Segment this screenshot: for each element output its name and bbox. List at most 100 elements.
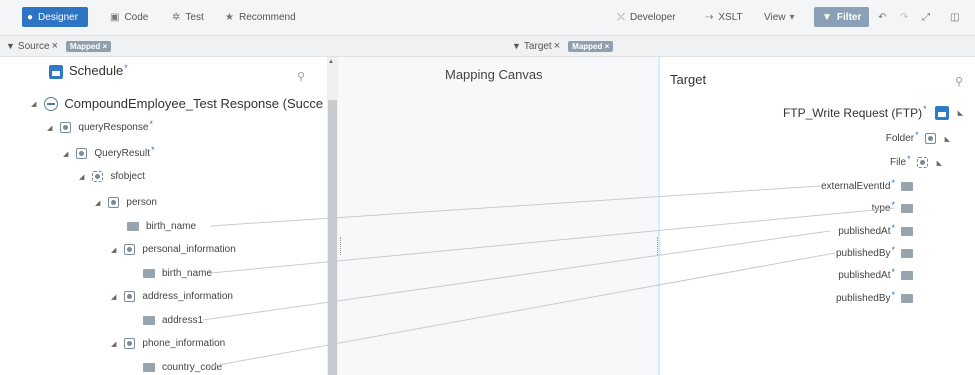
mapping-canvas[interactable] (338, 57, 660, 375)
view-label: View (764, 11, 786, 23)
target-node-label: File (889, 157, 907, 168)
target-node-folder[interactable]: Folder * ◣ (886, 130, 950, 144)
tree-node-queryresponse[interactable]: ◢ queryResponse * (47, 119, 153, 133)
mapped-chip-label: Mapped (70, 41, 101, 51)
tree-node-address-information[interactable]: ◢ address_information (111, 291, 233, 302)
target-node-publishedat[interactable]: publishedAt * (838, 223, 913, 237)
close-icon[interactable]: × (103, 42, 108, 51)
panel-icon: ◫ (950, 11, 960, 23)
xslt-button[interactable]: ⇢ XSLT (705, 8, 743, 26)
object-icon (124, 291, 136, 302)
close-icon[interactable]: × (605, 42, 610, 51)
developer-label: Developer (630, 11, 676, 23)
collapse-icon[interactable]: ◢ (31, 100, 36, 108)
tree-node-person[interactable]: ◢ person (95, 197, 157, 208)
target-node-externaleventid[interactable]: externalEventId * (821, 178, 913, 192)
collapse-icon[interactable]: ◢ (63, 150, 68, 158)
object-icon (124, 244, 136, 255)
test-tab[interactable]: ✲ Test (172, 8, 204, 26)
target-node-label: FTP_Write Request (FTP) (782, 106, 923, 120)
tree-node-personal-information[interactable]: ◢ personal_information (111, 244, 236, 255)
object-array-icon (92, 171, 104, 182)
object-array-icon (916, 157, 928, 168)
object-icon (76, 148, 88, 159)
close-icon[interactable]: × (554, 40, 560, 52)
field-icon (901, 294, 913, 303)
source-filter: ▼ Source × Mapped × (6, 40, 112, 52)
recommend-label: Recommend (238, 11, 296, 23)
tree-node-label: CompoundEmployee_Test Response (Succe (64, 96, 324, 111)
tree-node-label: person (126, 197, 157, 208)
code-icon: ▣ (110, 11, 120, 23)
recommend-tab[interactable]: ★ Recommend (225, 8, 296, 26)
collapse-icon[interactable]: ◢ (95, 199, 100, 207)
tree-node-birth-name[interactable]: birth_name (143, 268, 212, 279)
object-icon (60, 122, 72, 133)
collapse-icon[interactable]: ◣ (945, 135, 950, 143)
source-title: Schedule* (69, 63, 128, 78)
view-menu[interactable]: View ▾ (764, 8, 795, 26)
target-title: Target (670, 72, 707, 87)
redo-button[interactable]: ↷ (900, 8, 913, 26)
redo-icon: ↷ (900, 11, 909, 23)
undo-icon: ↶ (878, 11, 887, 23)
tree-node-address1[interactable]: address1 (143, 315, 203, 326)
scroll-up-icon[interactable]: ▲ (328, 59, 334, 65)
target-node-publishedby[interactable]: publishedBy * (836, 245, 913, 259)
tree-node-queryresult[interactable]: ◢ QueryResult * (63, 145, 154, 159)
canvas-title: Mapping Canvas (445, 67, 543, 82)
source-scroll-thumb[interactable] (328, 100, 337, 375)
developer-icon: ⤫ (617, 11, 625, 23)
filter-bar: ▼ Source × Mapped × ▼ Target × Mapped × (0, 36, 975, 57)
target-node-type[interactable]: type * (872, 200, 913, 214)
object-icon (124, 338, 136, 349)
field-icon (901, 271, 913, 280)
object-icon (924, 133, 936, 144)
collapse-icon[interactable]: ◢ (111, 293, 116, 301)
star-icon: ★ (225, 11, 234, 23)
tree-node-country-code[interactable]: country_code (143, 362, 222, 373)
collapse-icon[interactable]: ◣ (958, 109, 963, 117)
search-icon[interactable]: ⚲ (955, 75, 963, 88)
filter-icon: ▼ (822, 11, 832, 23)
target-node-publishedby[interactable]: publishedBy * (836, 290, 913, 304)
search-icon[interactable]: ⚲ (297, 70, 305, 83)
target-panel (660, 57, 975, 375)
tree-node-root[interactable]: ◢ CompoundEmployee_Test Response (Succe (31, 96, 323, 111)
collapse-icon[interactable]: ◢ (111, 246, 116, 254)
mapped-chip[interactable]: Mapped × (66, 40, 112, 52)
close-icon[interactable]: × (52, 40, 58, 52)
expand-button[interactable]: ⤢ (922, 8, 935, 26)
mapped-chip-label: Mapped (572, 41, 603, 51)
target-node-root[interactable]: FTP_Write Request (FTP) * ◣ (782, 104, 963, 120)
target-filter: ▼ Target × Mapped × (512, 40, 614, 52)
tree-node-birth-name[interactable]: birth_name (127, 221, 196, 232)
filter-icon: ▼ (6, 41, 15, 51)
designer-tab[interactable]: ● Designer (22, 7, 89, 27)
collapse-icon[interactable]: ◢ (79, 173, 84, 181)
mapped-chip[interactable]: Mapped × (568, 40, 614, 52)
tree-node-sfobject[interactable]: ◢ sfobject (79, 171, 145, 182)
tree-node-label: queryResponse (78, 122, 149, 133)
tree-node-label: phone_information (142, 338, 226, 349)
toolbar: ● Designer ▣ Code ✲ Test ★ Recommend ⤫ D… (0, 0, 975, 36)
target-node-publishedat[interactable]: publishedAt * (838, 267, 913, 281)
calendar-icon (49, 65, 63, 79)
filter-button[interactable]: ▼ Filter (814, 7, 870, 27)
resize-handle[interactable] (340, 237, 343, 255)
undo-button[interactable]: ↶ (878, 8, 891, 26)
collapse-icon[interactable]: ◣ (937, 159, 942, 167)
panel-toggle-button[interactable]: ◫ (950, 8, 964, 26)
tree-node-phone-information[interactable]: ◢ phone_information (111, 338, 225, 349)
source-title-label: Schedule (69, 63, 124, 78)
tree-node-label: address_information (142, 291, 233, 302)
designer-label: Designer (38, 11, 79, 23)
target-node-label: publishedAt (838, 226, 891, 237)
collapse-icon[interactable]: ◢ (47, 124, 52, 132)
developer-button[interactable]: ⤫ Developer (617, 8, 676, 26)
code-tab[interactable]: ▣ Code (110, 8, 148, 26)
collapse-icon[interactable]: ◢ (111, 340, 116, 348)
target-node-file[interactable]: File * ◣ (889, 154, 942, 168)
target-filter-label: Target (523, 40, 552, 52)
filter-label: Filter (836, 11, 862, 23)
